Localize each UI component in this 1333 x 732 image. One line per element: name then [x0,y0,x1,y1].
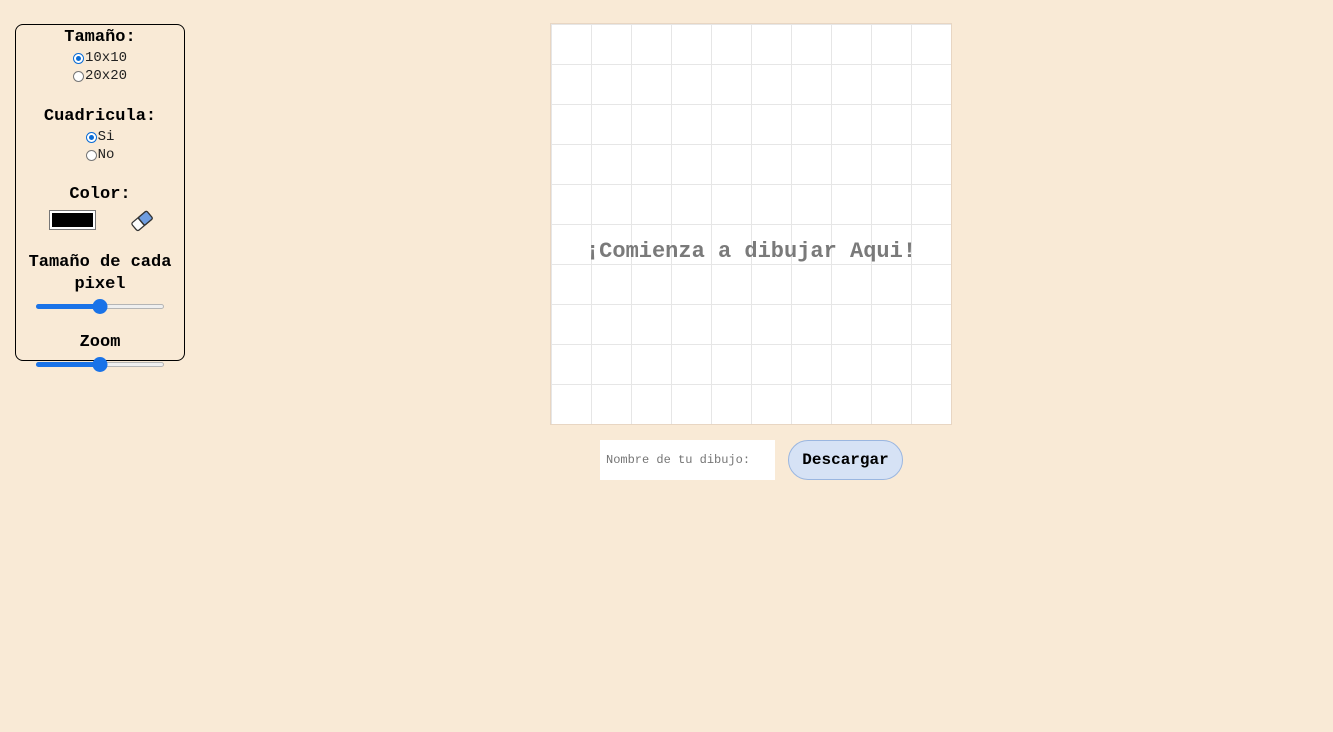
pixel-size-slider[interactable] [36,298,164,314]
color-swatch-fill [52,213,93,227]
settings-panel: Tamaño: 10x10 20x20 Cuadricula: Si No Co… [15,24,185,372]
pixel-size-slider-thumb[interactable] [92,299,108,314]
zoom-title: Zoom [79,333,121,352]
color-picker[interactable] [49,210,96,230]
size-title: Tamaño: [64,28,136,47]
drawing-canvas[interactable]: ¡Comienza a dibujar Aqui! [550,23,952,425]
grid-option-si[interactable]: Si [16,128,184,146]
size-option-20x20[interactable]: 20x20 [16,67,184,85]
zoom-slider-thumb[interactable] [92,357,108,372]
size-option-10x10[interactable]: 10x10 [16,49,184,67]
grid-si-radio[interactable] [85,131,97,143]
zoom-slider[interactable] [36,356,164,372]
grid-no-label: No [97,147,115,163]
download-button[interactable]: Descargar [788,440,903,480]
size-20x20-radio[interactable] [72,70,84,82]
pixel-size-slider-progress [36,304,100,309]
eraser-icon[interactable] [128,208,156,234]
color-row [16,208,184,234]
grid-no-radio[interactable] [85,149,97,161]
size-10x10-radio[interactable] [72,52,84,64]
grid-si-label: Si [97,129,115,145]
size-10x10-label: 10x10 [84,50,127,66]
grid-option-no[interactable]: No [16,146,184,164]
pixel-size-title: Tamaño de cada pixel [28,253,172,294]
canvas-prompt: ¡Comienza a dibujar Aqui! [585,239,917,264]
color-title: Color: [69,185,131,204]
size-20x20-label: 20x20 [84,68,127,84]
zoom-slider-progress [36,362,100,367]
drawing-name-input[interactable] [600,440,775,480]
grid-title: Cuadricula: [43,107,157,126]
